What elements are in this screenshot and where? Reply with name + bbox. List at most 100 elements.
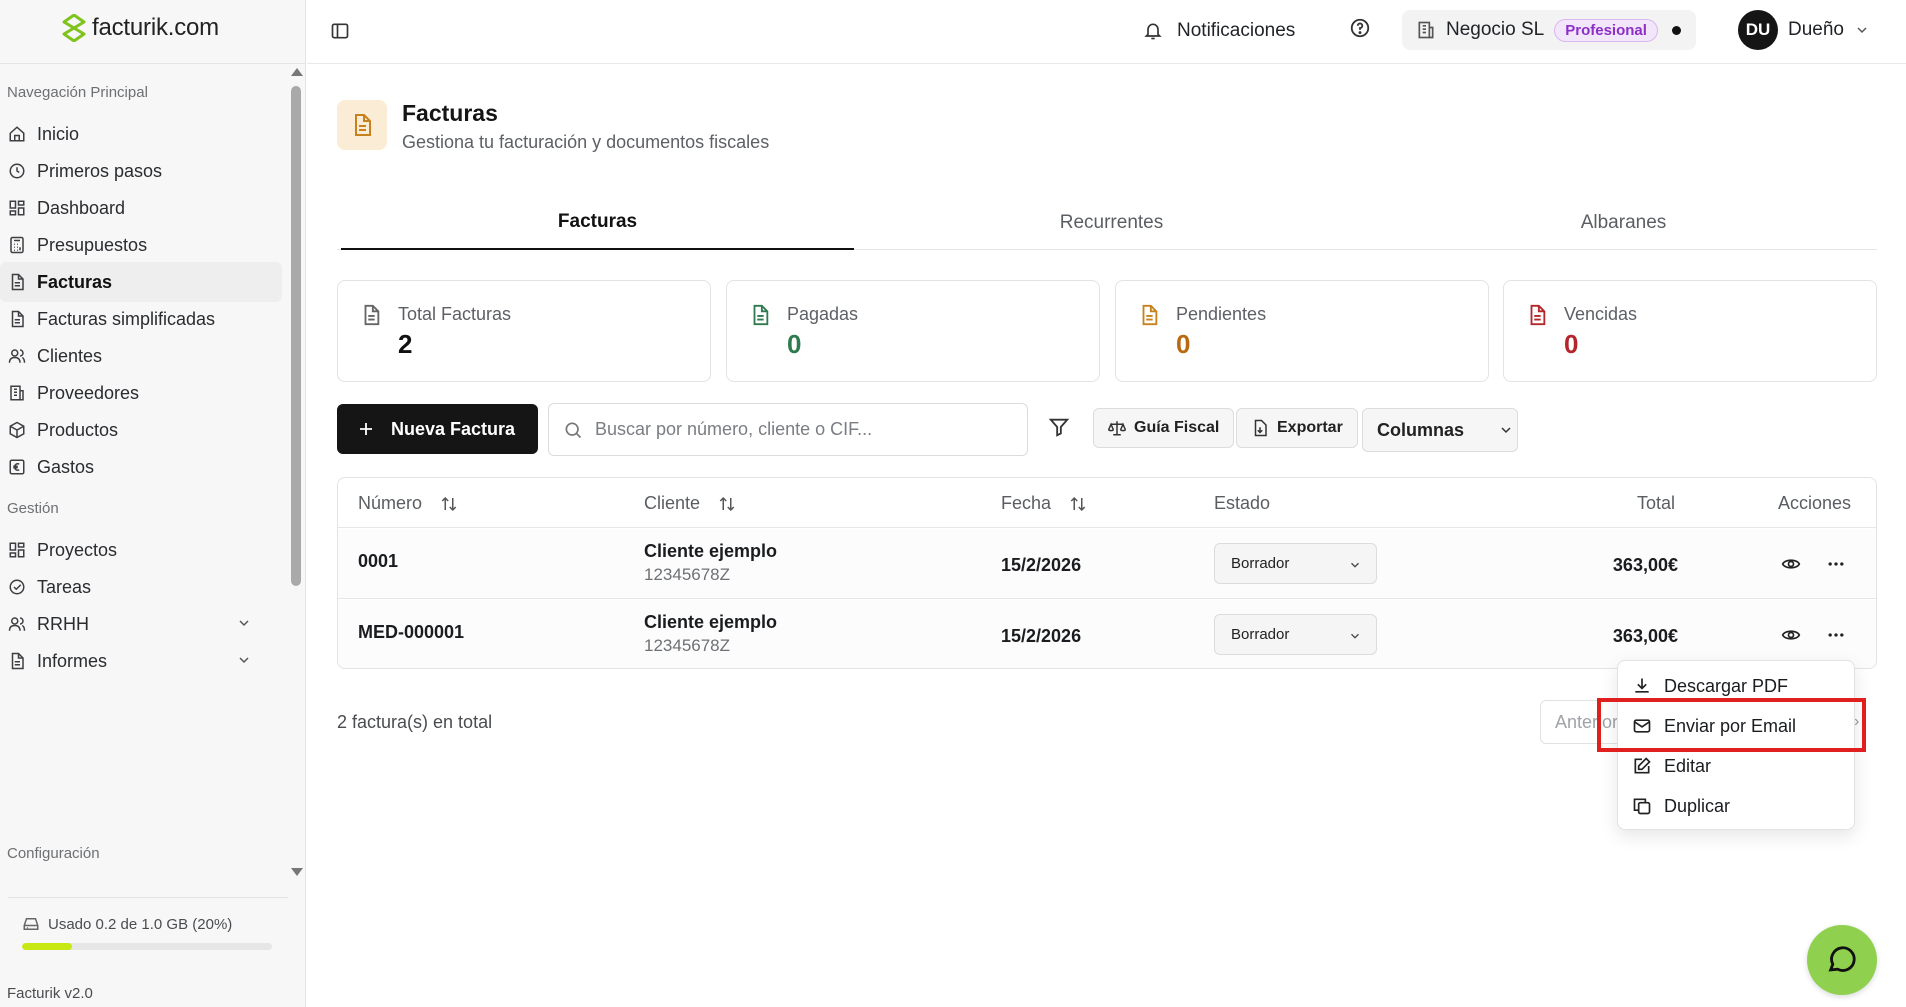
users-icon bbox=[7, 614, 27, 634]
tab-albaranes[interactable]: Albaranes bbox=[1367, 196, 1880, 250]
sidebar-item-label: Primeros pasos bbox=[37, 160, 163, 181]
sidebar-item-facturas-simplificadas[interactable]: Facturas simplificadas bbox=[0, 299, 282, 339]
section-title-gestion: Gestión bbox=[7, 500, 59, 517]
business-switcher[interactable]: Negocio SL Profesional bbox=[1402, 10, 1696, 50]
help-button[interactable] bbox=[1349, 17, 1371, 39]
notifications-button[interactable]: Notificaciones bbox=[1143, 14, 1295, 48]
dashboard-icon bbox=[7, 198, 27, 218]
storage-divider bbox=[8, 897, 288, 898]
panel-left-icon bbox=[331, 23, 349, 39]
hard-drive-icon bbox=[22, 915, 40, 933]
column-header-client[interactable]: Cliente bbox=[644, 493, 736, 514]
sidebar-item-tareas[interactable]: Tareas bbox=[0, 567, 282, 607]
sidebar-item-proveedores[interactable]: Proveedores bbox=[0, 373, 282, 413]
stat-card-total: Total Facturas 2 bbox=[337, 280, 711, 382]
menu-item-edit[interactable]: Editar bbox=[1618, 746, 1854, 786]
invoice-client: Cliente ejemplo 12345678Z bbox=[644, 612, 777, 656]
sort-icon[interactable] bbox=[718, 495, 736, 513]
scroll-thumb[interactable] bbox=[291, 86, 301, 586]
sidebar-item-dashboard[interactable]: Dashboard bbox=[0, 188, 282, 228]
file-text-icon bbox=[1526, 303, 1548, 327]
client-name: Cliente ejemplo bbox=[644, 541, 778, 561]
user-menu[interactable]: DU Dueño bbox=[1738, 9, 1870, 51]
client-name: Cliente ejemplo bbox=[644, 612, 778, 632]
topbar: Notificaciones Negocio SL Profesional DU… bbox=[307, 0, 1906, 64]
state-select[interactable]: Borrador bbox=[1214, 543, 1377, 584]
edit-icon bbox=[1632, 756, 1652, 776]
search-icon bbox=[563, 420, 583, 440]
fiscal-guide-button[interactable]: Guía Fiscal bbox=[1093, 408, 1235, 448]
user-name: Dueño bbox=[1788, 19, 1844, 40]
scroll-up-arrow-icon[interactable] bbox=[291, 68, 303, 76]
sidebar-item-facturas[interactable]: Facturas bbox=[0, 262, 282, 302]
sidebar-item-primeros-pasos[interactable]: Primeros pasos bbox=[0, 151, 282, 191]
sort-icon[interactable] bbox=[440, 495, 458, 513]
users-icon bbox=[7, 346, 27, 366]
app-logo[interactable]: facturik.com bbox=[62, 12, 219, 44]
search-input[interactable] bbox=[595, 419, 995, 440]
check-circle-icon bbox=[7, 577, 27, 597]
invoices-table: Número Cliente Fecha Estado Total Accion… bbox=[337, 477, 1877, 669]
page-subtitle: Gestiona tu facturación y documentos fis… bbox=[402, 132, 770, 152]
tab-facturas[interactable]: Facturas bbox=[341, 196, 854, 250]
sidebar-toggle-button[interactable] bbox=[327, 18, 353, 44]
stat-value: 0 bbox=[1176, 329, 1191, 359]
column-header-label: Cliente bbox=[644, 493, 701, 513]
new-invoice-button[interactable]: Nueva Factura bbox=[337, 404, 538, 454]
sidebar-item-productos[interactable]: Productos bbox=[0, 410, 282, 450]
filter-button[interactable] bbox=[1048, 416, 1070, 438]
sidebar-item-label: Facturas simplificadas bbox=[37, 308, 216, 329]
dashboard-icon bbox=[7, 540, 27, 560]
search-box[interactable] bbox=[548, 403, 1028, 456]
export-button[interactable]: Exportar bbox=[1236, 408, 1358, 448]
sidebar-item-label: Proyectos bbox=[37, 539, 118, 560]
building-icon bbox=[7, 383, 27, 403]
menu-item-duplicate[interactable]: Duplicar bbox=[1618, 786, 1854, 826]
sidebar-item-label: Clientes bbox=[37, 345, 103, 366]
more-actions-icon[interactable] bbox=[1826, 625, 1846, 645]
menu-item-label: Editar bbox=[1664, 755, 1712, 776]
logo-text: facturik.com bbox=[92, 14, 219, 41]
column-header-date[interactable]: Fecha bbox=[1001, 493, 1087, 514]
state-value: Borrador bbox=[1231, 555, 1290, 572]
table-row[interactable]: MED-000001 Cliente ejemplo 12345678Z 15/… bbox=[338, 600, 1876, 668]
column-header-number[interactable]: Número bbox=[358, 493, 458, 514]
table-row[interactable]: 0001 Cliente ejemplo 12345678Z 15/2/2026… bbox=[338, 529, 1876, 599]
storage-text: Usado 0.2 de 1.0 GB (20%) bbox=[48, 915, 233, 933]
chevron-down-icon bbox=[1348, 558, 1362, 572]
sort-icon[interactable] bbox=[1069, 495, 1087, 513]
sidebar-item-inicio[interactable]: Inicio bbox=[0, 114, 282, 154]
columns-button[interactable]: Columnas bbox=[1362, 408, 1518, 452]
scroll-down-arrow-icon[interactable] bbox=[291, 868, 303, 876]
stat-card-vencidas: Vencidas 0 bbox=[1503, 280, 1877, 382]
notifications-label: Notificaciones bbox=[1177, 20, 1296, 41]
client-tax-id: 12345678Z bbox=[644, 565, 731, 584]
tabs: Facturas Recurrentes Albaranes bbox=[337, 196, 1877, 250]
sidebar-item-informes[interactable]: Informes bbox=[0, 641, 282, 681]
file-text-icon bbox=[7, 309, 27, 329]
view-icon[interactable] bbox=[1781, 625, 1801, 645]
invoice-client: Cliente ejemplo 12345678Z bbox=[644, 541, 777, 585]
tab-recurrentes[interactable]: Recurrentes bbox=[855, 196, 1368, 250]
view-icon[interactable] bbox=[1781, 554, 1801, 574]
file-download-icon bbox=[1251, 419, 1269, 437]
sidebar: facturik.com Navegación Principal Inicio… bbox=[0, 0, 306, 1007]
column-header-label: Número bbox=[358, 493, 423, 513]
menu-item-label: Descargar PDF bbox=[1664, 675, 1789, 696]
sidebar-item-proyectos[interactable]: Proyectos bbox=[0, 530, 282, 570]
state-select[interactable]: Borrador bbox=[1214, 614, 1377, 655]
chat-button[interactable] bbox=[1807, 925, 1877, 995]
fiscal-guide-label: Guía Fiscal bbox=[1134, 419, 1220, 436]
bell-icon bbox=[1143, 21, 1163, 41]
more-actions-icon[interactable] bbox=[1826, 554, 1846, 574]
plus-icon bbox=[357, 420, 375, 438]
sidebar-item-presupuestos[interactable]: Presupuestos bbox=[0, 225, 282, 265]
column-header-total: Total bbox=[1637, 493, 1676, 513]
storage-label: Usado 0.2 de 1.0 GB (20%) bbox=[22, 915, 232, 933]
sidebar-scrollbar[interactable] bbox=[290, 66, 303, 878]
table-header: Número Cliente Fecha Estado Total Accion… bbox=[338, 478, 1876, 528]
stat-value: 0 bbox=[1564, 329, 1579, 359]
sidebar-item-rrhh[interactable]: RRHH bbox=[0, 604, 282, 644]
sidebar-item-gastos[interactable]: Gastos bbox=[0, 447, 282, 487]
sidebar-item-clientes[interactable]: Clientes bbox=[0, 336, 282, 376]
